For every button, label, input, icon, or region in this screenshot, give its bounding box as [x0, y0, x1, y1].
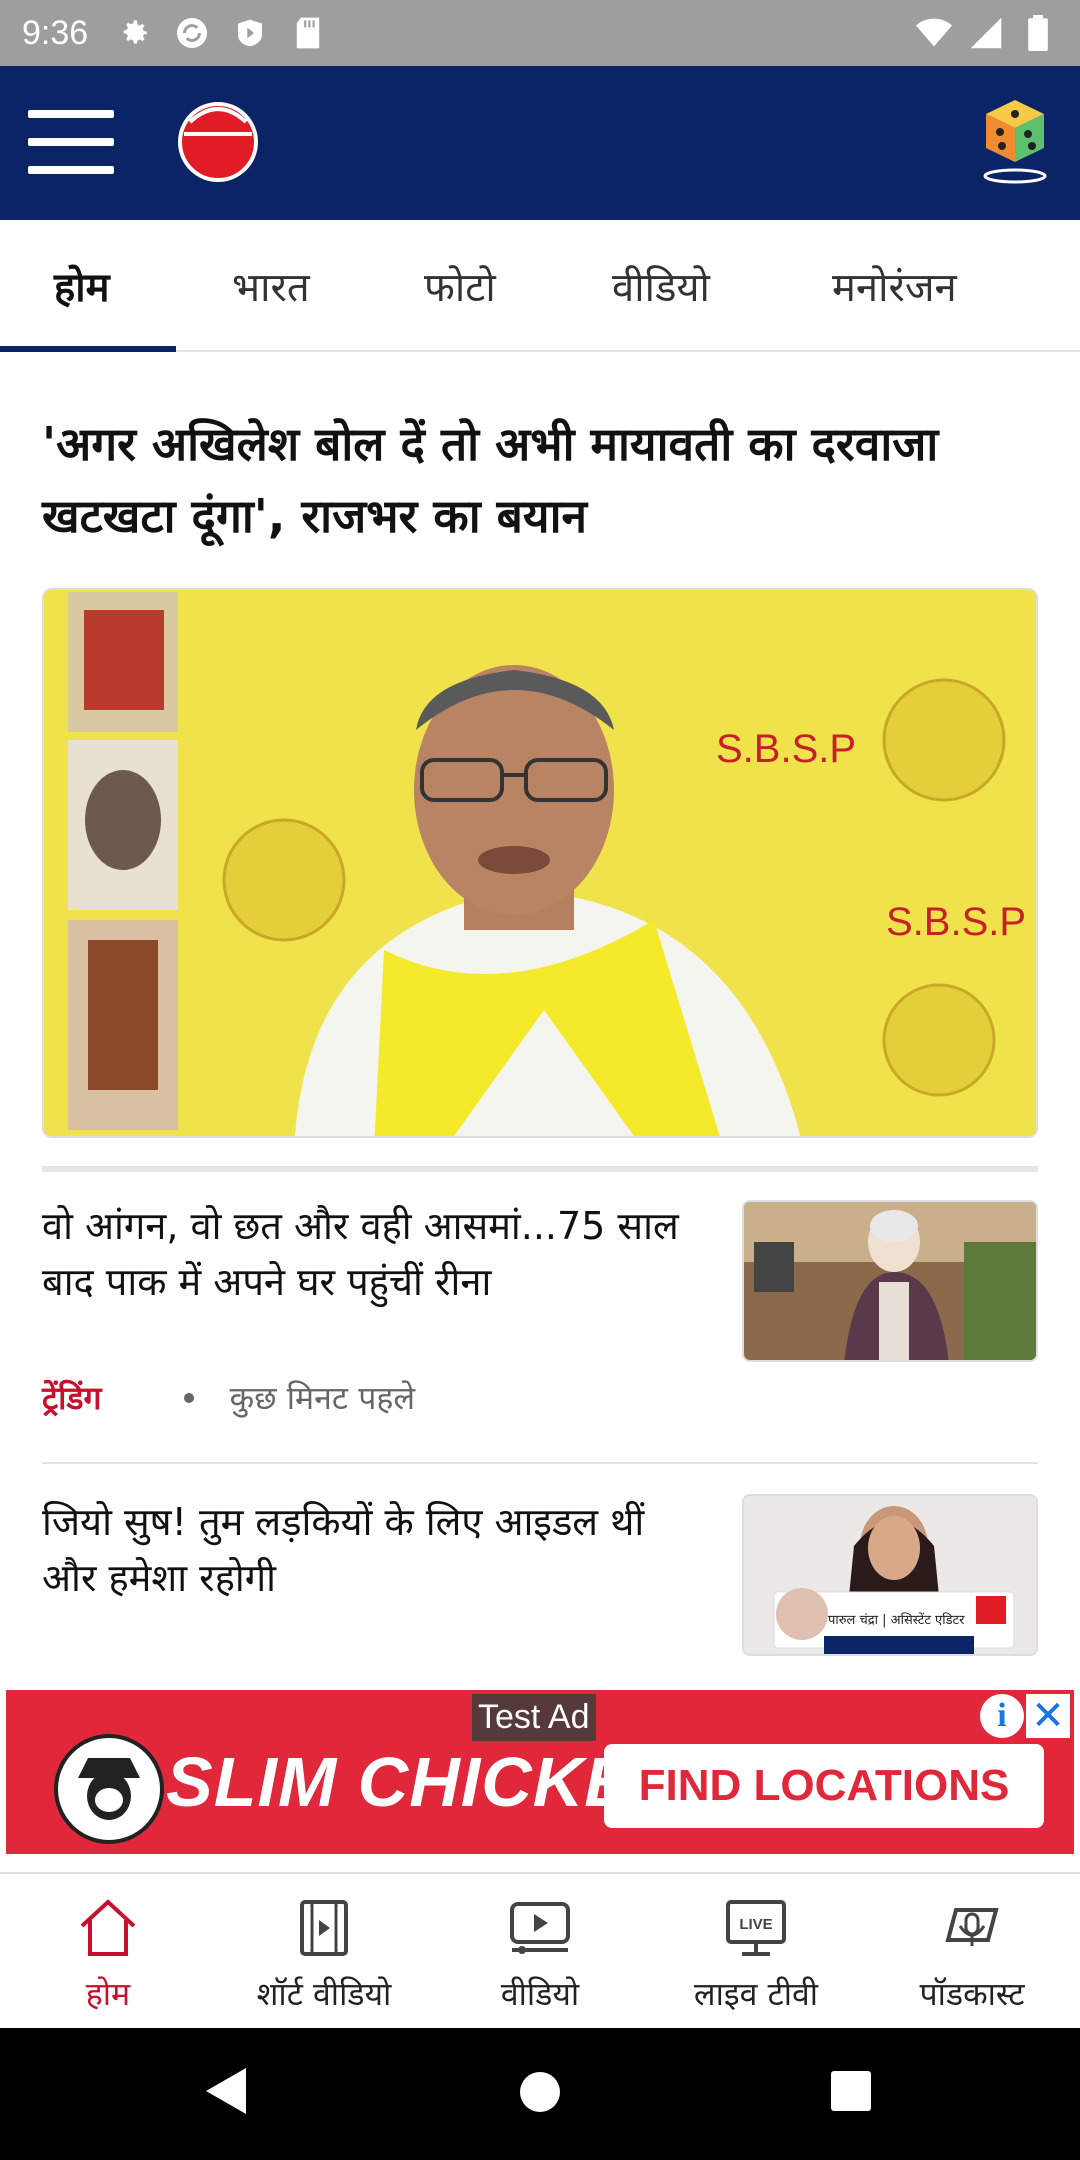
- list-divider: [42, 1462, 1038, 1464]
- short-video-icon: [292, 1896, 356, 1960]
- nav-live-tv[interactable]: LIVE लाइव टीवी: [648, 1874, 864, 2030]
- nav-video[interactable]: वीडियो: [432, 1874, 648, 2030]
- sd-card-icon: [290, 15, 326, 51]
- nav-short-video[interactable]: शॉर्ट वीडियो: [216, 1874, 432, 2030]
- nav-video-label: वीडियो: [500, 1975, 580, 2013]
- ad-find-locations-button[interactable]: FIND LOCATIONS: [604, 1744, 1044, 1828]
- trending-tag[interactable]: ट्रेंडिंग: [42, 1376, 102, 1419]
- aajtak-logo[interactable]: [170, 96, 266, 184]
- ad-banner[interactable]: SLIM CHICKENS FIND LOCATIONS Test Ad i ✕: [6, 1690, 1074, 1854]
- ad-close-icon[interactable]: ✕: [1026, 1694, 1070, 1738]
- banner-text-2: S.B.S.P: [886, 900, 1026, 944]
- banner-text-1: S.B.S.P: [716, 727, 856, 771]
- active-tab-indicator: [0, 346, 176, 352]
- signal-icon: [968, 15, 1004, 51]
- game-dice-icon[interactable]: [980, 96, 1050, 186]
- news-item-title[interactable]: जियो सुष! तुम लड़कियों के लिए आइडल थीं औ…: [42, 1494, 702, 1606]
- system-navigation-bar: [0, 2028, 1080, 2160]
- lead-headline[interactable]: 'अगर अखिलेश बोल दें तो अभी मायावती का दर…: [42, 408, 1042, 552]
- news-item-thumbnail[interactable]: पारुल चंद्रा | असिस्टेंट एडिटर: [742, 1494, 1038, 1656]
- recents-icon[interactable]: [830, 2070, 872, 2116]
- sync-icon: [174, 15, 210, 51]
- lead-story-image[interactable]: S.B.S.P S.B.S.P: [42, 588, 1038, 1138]
- nav-home[interactable]: होम: [0, 1874, 216, 2030]
- ad-brand-logo: [54, 1734, 164, 1844]
- nav-home-label: होम: [85, 1975, 131, 2013]
- app-header: [0, 66, 1080, 220]
- menu-icon[interactable]: [28, 110, 114, 174]
- battery-icon: [1020, 15, 1056, 51]
- test-ad-label: Test Ad: [472, 1694, 596, 1741]
- wifi-icon: [916, 15, 952, 51]
- tab-bharat[interactable]: भारत: [232, 258, 310, 318]
- tab-photo[interactable]: फोटो: [424, 258, 496, 318]
- svg-text:LIVE: LIVE: [739, 1916, 772, 1933]
- meta-separator: [183, 1392, 194, 1403]
- settings-icon: [116, 15, 152, 51]
- nav-podcast-label: पॉडकास्ट: [919, 1975, 1025, 2013]
- thumb-caption: पारुल चंद्रा | असिस्टेंट एडिटर: [828, 1612, 965, 1628]
- tab-home[interactable]: होम: [54, 258, 110, 318]
- home-icon: [76, 1896, 140, 1960]
- tab-manoranjan[interactable]: मनोरंजन: [832, 258, 957, 318]
- status-bar: 9:36: [0, 0, 1080, 66]
- home-button-icon[interactable]: [518, 2070, 562, 2118]
- news-item-title[interactable]: वो आंगन, वो छत और वही आसमां...75 साल बाद…: [42, 1198, 702, 1310]
- podcast-icon: [940, 1896, 1004, 1960]
- live-tv-icon: LIVE: [724, 1896, 788, 1960]
- news-item-meta: ट्रेंडिंग कुछ मिनट पहले: [42, 1376, 415, 1419]
- nav-live-tv-label: लाइव टीवी: [693, 1975, 819, 2013]
- news-item-time: कुछ मिनट पहले: [229, 1379, 416, 1417]
- nav-short-video-label: शॉर्ट वीडियो: [256, 1975, 392, 2013]
- play-store-icon: [232, 15, 268, 51]
- status-time: 9:36: [22, 13, 89, 52]
- tab-video[interactable]: वीडियो: [612, 258, 710, 318]
- back-icon[interactable]: [204, 2066, 248, 2120]
- section-divider: [42, 1166, 1038, 1172]
- ad-info-icon[interactable]: i: [980, 1694, 1024, 1738]
- video-icon: [508, 1896, 572, 1960]
- nav-podcast[interactable]: पॉडकास्ट: [864, 1874, 1080, 2030]
- bottom-navigation: होम शॉर्ट वीडियो वीडियो LIVE लाइव टीवी प…: [0, 1872, 1080, 2028]
- news-item-thumbnail[interactable]: [742, 1200, 1038, 1362]
- category-tabs: होम भारत फोटो वीडियो मनोरंजन: [0, 220, 1080, 352]
